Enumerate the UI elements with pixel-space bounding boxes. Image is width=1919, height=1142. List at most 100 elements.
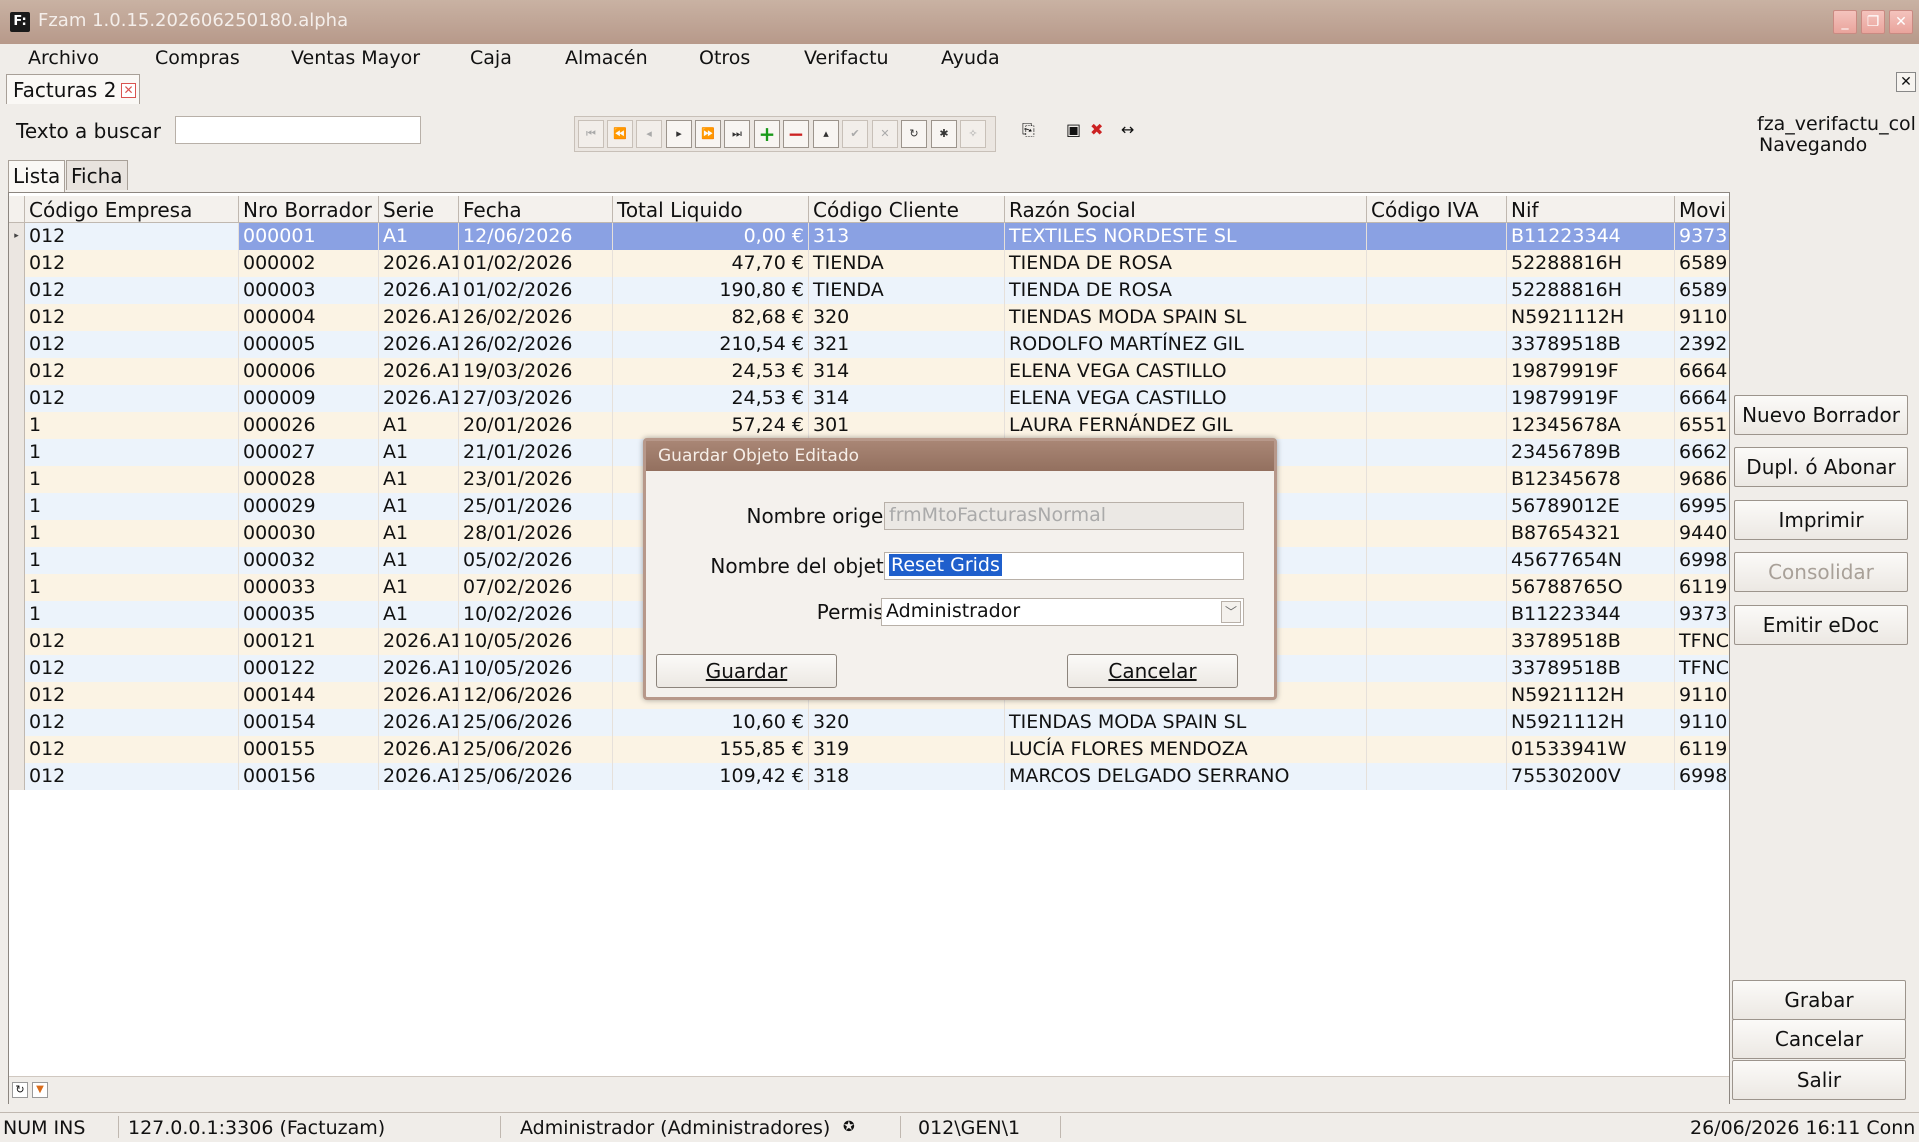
tab-lista[interactable]: Lista [8,160,66,192]
row-indicator[interactable] [9,277,25,304]
table-row[interactable]: 012 000003 2026.A1 01/02/2026 190,80 € TIENDA… [9,277,1729,304]
prev-page-icon[interactable]: ⏪ [607,120,633,148]
table-cell[interactable]: 82,68 € [613,304,809,331]
table-cell[interactable]: B87654321 [1507,520,1675,547]
table-cell[interactable]: 301 [809,412,1005,439]
table-cell[interactable] [1367,466,1507,493]
table-cell[interactable]: LAURA FERNÁNDEZ GIL [1005,412,1367,439]
table-cell[interactable] [1367,628,1507,655]
table-cell[interactable]: 000004 [239,304,379,331]
row-indicator[interactable] [9,358,25,385]
table-cell[interactable]: 000121 [239,628,379,655]
emitir-edoc-button[interactable]: Emitir eDoc [1734,605,1908,645]
table-cell[interactable]: 19879919F [1507,385,1675,412]
table-cell[interactable]: 2026.A1 [379,304,459,331]
table-cell[interactable]: 01/02/2026 [459,277,613,304]
table-cell[interactable]: 19/03/2026 [459,358,613,385]
table-cell[interactable]: 000002 [239,250,379,277]
table-cell[interactable]: 1 [25,520,239,547]
table-cell[interactable] [1367,385,1507,412]
row-indicator[interactable] [9,304,25,331]
row-indicator[interactable] [9,466,25,493]
table-cell[interactable] [1367,736,1507,763]
table-cell[interactable]: ELENA VEGA CASTILLO [1005,358,1367,385]
table-cell[interactable]: 10,60 € [613,709,809,736]
table-row[interactable]: 012 000155 2026.A1 25/06/2026 155,85 €319 LUC… [9,736,1729,763]
table-row[interactable]: 1 000026 A1 20/01/2026 57,24 €301 LAURA FERNÁ… [9,412,1729,439]
table-cell[interactable]: 27/03/2026 [459,385,613,412]
table-cell[interactable]: TIENDAS MODA SPAIN SL [1005,709,1367,736]
table-cell[interactable]: B11223344 [1507,223,1675,250]
table-cell[interactable]: A1 [379,493,459,520]
delete-layout-icon[interactable]: ✖ [1090,120,1103,139]
table-cell[interactable]: 155,85 € [613,736,809,763]
table-cell[interactable]: 23456789B [1507,439,1675,466]
object-name-input[interactable]: Reset Grids [884,552,1244,580]
cancelar-button[interactable]: Cancelar [1732,1019,1906,1059]
last-record-icon[interactable]: ⏭ [724,120,750,148]
filter-icon[interactable]: ▼ [32,1082,48,1098]
table-cell[interactable] [1367,412,1507,439]
table-cell[interactable]: 56789012E [1507,493,1675,520]
table-cell[interactable]: 000032 [239,547,379,574]
row-indicator[interactable] [9,655,25,682]
table-cell[interactable]: 6998 [1675,763,1729,790]
table-cell[interactable]: 190,80 € [613,277,809,304]
minimize-button[interactable]: _ [1833,10,1857,34]
copy-icon[interactable]: ⎘ [1022,120,1035,140]
row-indicator[interactable] [9,574,25,601]
table-cell[interactable]: 012 [25,223,239,250]
table-cell[interactable]: 000028 [239,466,379,493]
refresh-icon[interactable]: ↻ [901,120,927,148]
table-cell[interactable]: 1 [25,547,239,574]
table-cell[interactable]: 6664 [1675,358,1729,385]
dialog-cancel-button[interactable]: Cancelar [1067,654,1238,688]
table-cell[interactable]: 26/02/2026 [459,304,613,331]
table-cell[interactable]: 000009 [239,385,379,412]
table-cell[interactable]: 321 [809,331,1005,358]
table-cell[interactable]: 6551 [1675,412,1729,439]
column-header[interactable]: Código Cliente [809,196,1005,223]
table-cell[interactable]: A1 [379,574,459,601]
table-cell[interactable]: 1 [25,493,239,520]
table-cell[interactable]: 000001 [239,223,379,250]
close-window-button[interactable]: ✕ [1889,10,1913,34]
column-header[interactable]: Nro Borrador [239,196,379,223]
table-cell[interactable] [1367,277,1507,304]
table-cell[interactable]: 2026.A1 [379,628,459,655]
table-row[interactable]: 012 000005 2026.A1 26/02/2026 210,54 €321 ROD… [9,331,1729,358]
table-cell[interactable] [1367,574,1507,601]
row-indicator[interactable] [9,547,25,574]
table-cell[interactable] [1367,520,1507,547]
table-cell[interactable]: 6119 [1675,574,1729,601]
table-cell[interactable]: TIENDA [809,277,1005,304]
close-all-icon[interactable]: ✕ [1896,72,1916,92]
salir-button[interactable]: Salir [1732,1060,1906,1100]
table-cell[interactable]: 314 [809,358,1005,385]
next-page-icon[interactable]: ⏩ [695,120,721,148]
current-row-indicator-icon[interactable]: ▸ [9,223,25,250]
close-tab-icon[interactable]: ✕ [121,83,136,98]
table-cell[interactable]: 1 [25,466,239,493]
table-cell[interactable]: 2026.A1 [379,385,459,412]
row-indicator[interactable] [9,709,25,736]
table-cell[interactable]: N5921112H [1507,682,1675,709]
table-cell[interactable] [1367,304,1507,331]
row-indicator[interactable] [9,736,25,763]
table-cell[interactable]: LUCÍA FLORES MENDOZA [1005,736,1367,763]
table-row[interactable]: ▸ 012 000001 A1 12/06/2026 0,00 €313 TEXTILES … [9,223,1729,250]
table-cell[interactable]: 012 [25,763,239,790]
table-cell[interactable]: A1 [379,520,459,547]
table-cell[interactable]: 2026.A1 [379,709,459,736]
table-row[interactable]: 012 000002 2026.A1 01/02/2026 47,70 € TIENDA T… [9,250,1729,277]
table-cell[interactable]: A1 [379,223,459,250]
table-cell[interactable]: 012 [25,628,239,655]
imprimir-button[interactable]: Imprimir [1734,500,1908,540]
edit-record-icon[interactable]: ▴ [813,120,839,148]
table-cell[interactable]: 28/01/2026 [459,520,613,547]
table-cell[interactable]: 000122 [239,655,379,682]
table-cell[interactable]: 12/06/2026 [459,223,613,250]
table-cell[interactable]: 21/01/2026 [459,439,613,466]
table-cell[interactable]: 000144 [239,682,379,709]
cancel-record-icon[interactable]: ✕ [872,120,898,148]
